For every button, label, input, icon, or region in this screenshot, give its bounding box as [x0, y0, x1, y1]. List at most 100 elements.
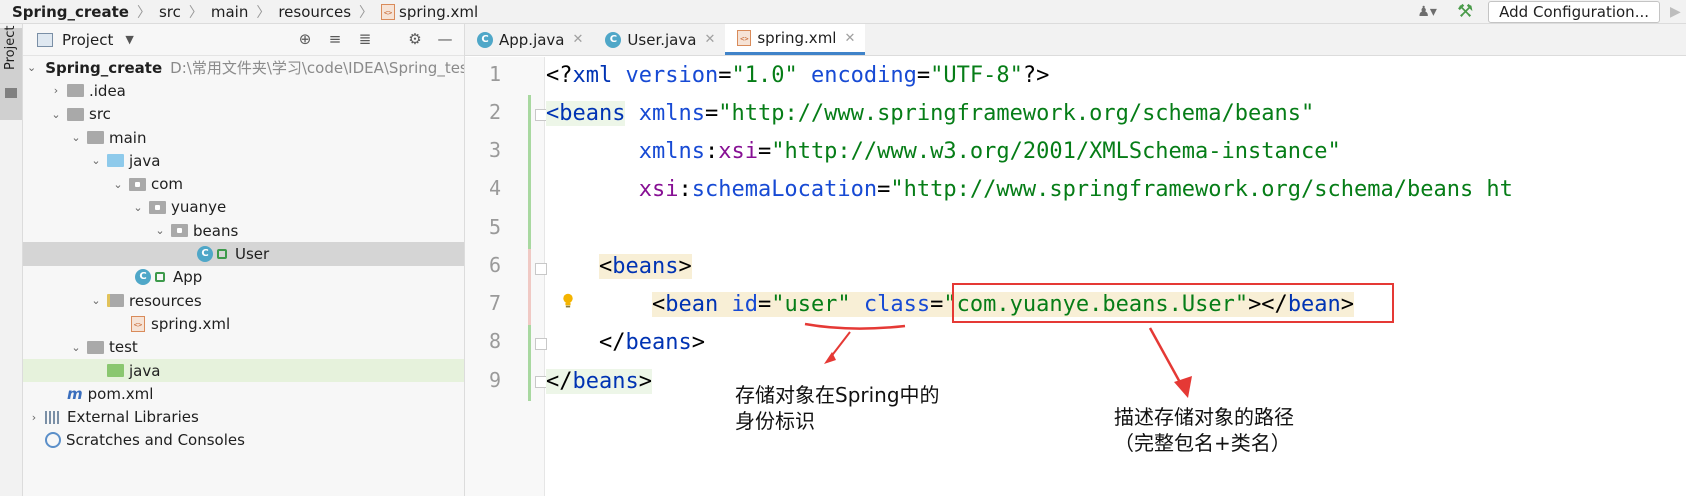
breadcrumb-file[interactable]: <> spring.xml	[381, 0, 478, 24]
token: beans	[559, 101, 626, 126]
breadcrumb-resources[interactable]: resources	[278, 0, 351, 24]
token-group: <beans	[546, 101, 626, 126]
tree-item-beans[interactable]: ⌄ beans	[23, 219, 464, 242]
run-icon[interactable]: ▶	[1670, 4, 1686, 20]
tree-item-resources[interactable]: ⌄ resources	[23, 289, 464, 312]
breadcrumb-file-label: spring.xml	[399, 2, 479, 21]
token: =	[877, 177, 891, 202]
vcs-modified-marker[interactable]	[528, 249, 531, 325]
expanded-arrow-icon[interactable]: ⌄	[111, 178, 125, 191]
package-icon	[149, 200, 166, 214]
token: =	[757, 139, 772, 164]
line-number: 4	[488, 176, 501, 200]
token-group: <beans>	[598, 254, 692, 279]
breadcrumb-project[interactable]: Spring_create	[0, 0, 129, 24]
tree-item-com[interactable]: ⌄ com	[23, 172, 464, 195]
tab-spring-xml[interactable]: <> spring.xml ✕	[725, 24, 866, 55]
token: :	[678, 177, 692, 202]
tree-item-user[interactable]: C User	[23, 242, 464, 266]
user-icon[interactable]: ♟▾	[1414, 2, 1440, 22]
tree-item-label: App	[173, 268, 203, 287]
close-icon[interactable]: ✕	[704, 32, 715, 47]
code-line-8: </beans>	[546, 324, 705, 362]
tree-item-scratches[interactable]: Scratches and Consoles	[23, 429, 464, 452]
token: ?>	[1022, 63, 1050, 88]
expanded-arrow-icon[interactable]: ⌄	[89, 294, 103, 307]
line-number: 8	[488, 329, 501, 353]
token: =	[718, 63, 732, 88]
vcs-added-marker[interactable]	[528, 325, 531, 401]
line-number: 2	[488, 100, 501, 124]
token: schemaLocation	[691, 177, 878, 202]
tab-user-java[interactable]: C User.java ✕	[593, 24, 725, 55]
tree-item-label: spring.xml	[151, 314, 231, 333]
token-group: </beans>	[546, 369, 652, 394]
chevron-down-icon[interactable]: ▼	[125, 33, 133, 46]
expand-all-icon[interactable]: ≡	[326, 30, 344, 48]
vcs-added-marker[interactable]	[528, 95, 531, 249]
tree-item-spring-xml[interactable]: <> spring.xml	[23, 312, 464, 335]
locate-icon[interactable]: ⊕	[296, 30, 314, 48]
tree-item-pom[interactable]: m pom.xml	[23, 382, 464, 405]
collapsed-arrow-icon[interactable]: ›	[27, 411, 41, 424]
project-tool-tab[interactable]: Project	[0, 26, 22, 120]
tree-item-test[interactable]: ⌄ test	[23, 336, 464, 359]
package-icon	[171, 224, 188, 238]
expanded-arrow-icon[interactable]: ⌄	[69, 341, 83, 354]
tree-item-java[interactable]: ⌄ java	[23, 149, 464, 172]
tree-item-test-java[interactable]: java	[23, 358, 464, 383]
project-panel-title[interactable]: Project	[62, 31, 113, 49]
tree-item-src[interactable]: ⌄ src	[23, 103, 464, 126]
expanded-arrow-icon[interactable]: ⌄	[49, 108, 63, 121]
tree-item-label: src	[89, 105, 111, 124]
tree-item-label: yuanye	[171, 198, 227, 217]
expanded-arrow-icon[interactable]: ⌄	[153, 224, 167, 237]
expanded-arrow-icon[interactable]: ⌄	[69, 131, 83, 144]
breadcrumb-main[interactable]: main	[211, 0, 248, 24]
tab-app-java[interactable]: C App.java ✕	[465, 24, 593, 55]
tree-item-idea[interactable]: › .idea	[23, 79, 464, 102]
class-icon: C	[477, 31, 493, 48]
class-annotation-line2: （完整包名+类名）	[1114, 431, 1291, 455]
code-line-6: <beans>	[546, 248, 692, 286]
collapsed-arrow-icon[interactable]: ›	[49, 84, 63, 97]
scratches-icon	[45, 432, 61, 449]
tree-item-app[interactable]: C App	[23, 266, 464, 289]
class-icon: C	[197, 246, 213, 263]
breadcrumb-src[interactable]: src	[159, 0, 181, 24]
minimize-icon[interactable]: —	[436, 30, 454, 48]
folder-icon	[87, 340, 104, 354]
collapse-all-icon[interactable]: ≣	[356, 30, 374, 48]
tab-label: spring.xml	[757, 29, 837, 47]
token: "http://www.w3.org/2001/XMLSchema-instan…	[771, 139, 1341, 164]
tree-item-spring-create[interactable]: ⌄ Spring_create D:\常用文件夹\学习\code\IDEA\Sp…	[23, 56, 464, 79]
tree-item-external-libraries[interactable]: › External Libraries	[23, 405, 464, 428]
class-attribute-highlight-box	[952, 283, 1394, 323]
xml-file-icon: <>	[131, 315, 145, 332]
line-number: 5	[488, 215, 501, 239]
build-hammer-icon[interactable]: ⚒	[1454, 1, 1476, 23]
token: "1.0"	[731, 63, 798, 88]
tree-item-label: pom.xml	[87, 384, 154, 403]
editor-gutter: 1 2 3 4 5 6 7 8 9	[465, 57, 547, 496]
chevron-right-icon: 〉	[136, 4, 151, 21]
expanded-arrow-icon[interactable]: ⌄	[27, 61, 36, 74]
token: <	[546, 101, 560, 126]
code-line-3: xmlns:xsi="http://www.w3.org/2001/XMLSch…	[546, 133, 1341, 171]
class-annotation-line1: 描述存储对象的路径	[1114, 405, 1294, 429]
token: beans	[572, 369, 639, 394]
token: xsi	[718, 139, 758, 164]
tree-item-main[interactable]: ⌄ main	[23, 126, 464, 149]
expanded-arrow-icon[interactable]: ⌄	[89, 154, 103, 167]
tree-item-yuanye[interactable]: ⌄ yuanye	[23, 196, 464, 219]
folder-icon	[5, 88, 17, 98]
gear-icon[interactable]: ⚙	[406, 30, 424, 48]
close-icon[interactable]: ✕	[573, 32, 584, 47]
folder-icon	[67, 84, 84, 98]
project-panel-header: Project ▼ ⊕ ≡ ≣ ⚙ —	[23, 24, 464, 56]
add-configuration-button[interactable]: Add Configuration...	[1488, 1, 1660, 23]
expanded-arrow-icon[interactable]: ⌄	[131, 201, 145, 214]
close-icon[interactable]: ✕	[844, 31, 855, 46]
